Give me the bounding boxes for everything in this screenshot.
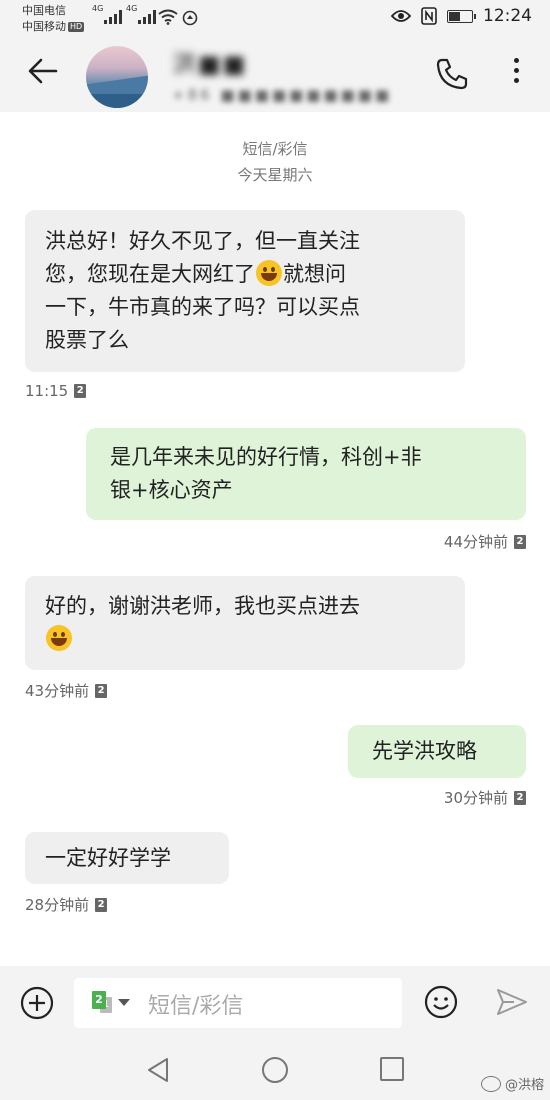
nav-recent-icon[interactable]: [380, 1057, 404, 1081]
sim-card-icon: 2: [95, 897, 108, 912]
add-circle-icon[interactable]: [20, 986, 54, 1020]
composer-bar: 1 2 短信/彩信: [0, 966, 550, 1040]
sim-selected-icon: 2: [92, 991, 106, 1009]
message-bubble-incoming[interactable]: 洪总好！好久不见了，但一直关注 您，您现在是大网红了 就想问 一下，牛市真的来了吗…: [25, 210, 465, 372]
back-arrow-icon[interactable]: [26, 54, 60, 88]
message-time: 44分钟前: [443, 533, 508, 551]
signal-2-icon: 4G: [126, 4, 156, 24]
message-line: 一下，牛市真的来了吗？可以买点: [45, 295, 360, 319]
message-line: 一定好好学学: [45, 846, 171, 870]
message-meta: 44分钟前 2: [444, 531, 526, 552]
conversation-header: 洪■■ +86 ■■■■■■■■■■: [0, 38, 550, 112]
message-line: [45, 623, 445, 656]
signal-1-icon: 4G: [92, 4, 122, 24]
message-line: 先学洪攻略: [372, 739, 477, 763]
battery-icon: [447, 9, 476, 23]
avatar[interactable]: [86, 46, 148, 108]
message-line-text: 您，您现在是大网红了: [45, 262, 255, 286]
signal-1-label: 4G: [92, 4, 104, 13]
message-time: 11:15: [25, 382, 69, 400]
message-time: 43分钟前: [25, 682, 90, 700]
message-line: 好的，谢谢洪老师，我也买点进去: [45, 594, 360, 618]
watermark-text: @洪榕: [504, 1078, 544, 1093]
clock: 12:24: [483, 6, 532, 26]
nav-back-icon[interactable]: [146, 1057, 170, 1083]
status-right: 12:24: [391, 6, 532, 26]
phone-icon[interactable]: [434, 56, 470, 92]
notification-icon: [182, 10, 198, 26]
message-meta: 30分钟前 2: [444, 787, 526, 808]
message-line: 银+核心资产: [110, 478, 233, 502]
message-bubble-outgoing[interactable]: 先学洪攻略: [348, 725, 526, 778]
sim-card-icon: 2: [95, 683, 108, 698]
message-time: 28分钟前: [25, 896, 90, 914]
wifi-icon: [158, 9, 178, 25]
carrier-2-label: 中国移动: [22, 20, 66, 33]
message-line: 股票了么: [45, 328, 129, 352]
message-line-text: 就想问: [283, 262, 346, 286]
carrier-2: 中国移动 HD: [22, 20, 85, 33]
sim-card-icon: 2: [514, 534, 526, 549]
nav-home-icon[interactable]: [262, 1057, 288, 1083]
message-input-placeholder: 短信/彩信: [148, 994, 244, 1019]
watermark: @洪榕: [480, 1074, 544, 1093]
message-time: 30分钟前: [443, 789, 508, 807]
send-icon[interactable]: [496, 988, 528, 1016]
message-bubble-outgoing[interactable]: 是几年来未见的好行情，科创+非 银+核心资产: [86, 428, 526, 520]
contact-name: 洪■■: [172, 50, 248, 78]
eye-icon: [391, 10, 411, 22]
nfc-icon: [421, 7, 437, 25]
sim-card-icon: 2: [514, 790, 526, 805]
message-meta: 28分钟前 2: [25, 894, 108, 915]
message-line: 洪总好！好久不见了，但一直关注: [45, 229, 360, 253]
smiling-emoji-icon: [46, 625, 72, 651]
thread-type-label: 短信/彩信: [242, 140, 308, 158]
sim-card-icon: 2: [74, 384, 87, 398]
carrier-1: 中国电信: [22, 4, 66, 17]
message-bubble-incoming[interactable]: 一定好好学学: [25, 832, 229, 884]
signal-2-label: 4G: [126, 4, 138, 13]
thread-day-label: 今天星期六: [237, 166, 313, 184]
message-meta: 11:15 2: [25, 382, 87, 400]
message-meta: 43分钟前 2: [25, 680, 108, 701]
message-line: 您，您现在是大网红了 就想问: [45, 258, 445, 291]
hd-badge: HD: [68, 22, 85, 32]
grinning-emoji-icon: [256, 260, 282, 286]
weibo-icon: [480, 1075, 501, 1092]
status-bar: 中国电信 中国移动 HD 4G 4G 12:24: [0, 0, 550, 38]
message-input[interactable]: 1 2 短信/彩信: [74, 978, 402, 1028]
contact-number: +86 ■■■■■■■■■■: [172, 86, 393, 104]
emoji-icon[interactable]: [424, 985, 458, 1019]
message-line: 是几年来未见的好行情，科创+非: [110, 445, 422, 469]
sim-selector[interactable]: 1 2: [92, 991, 134, 1015]
more-vert-icon[interactable]: [506, 58, 526, 94]
chevron-down-icon: [118, 999, 130, 1006]
system-nav-bar: [0, 1040, 550, 1100]
message-bubble-incoming[interactable]: 好的，谢谢洪老师，我也买点进去: [25, 576, 465, 670]
